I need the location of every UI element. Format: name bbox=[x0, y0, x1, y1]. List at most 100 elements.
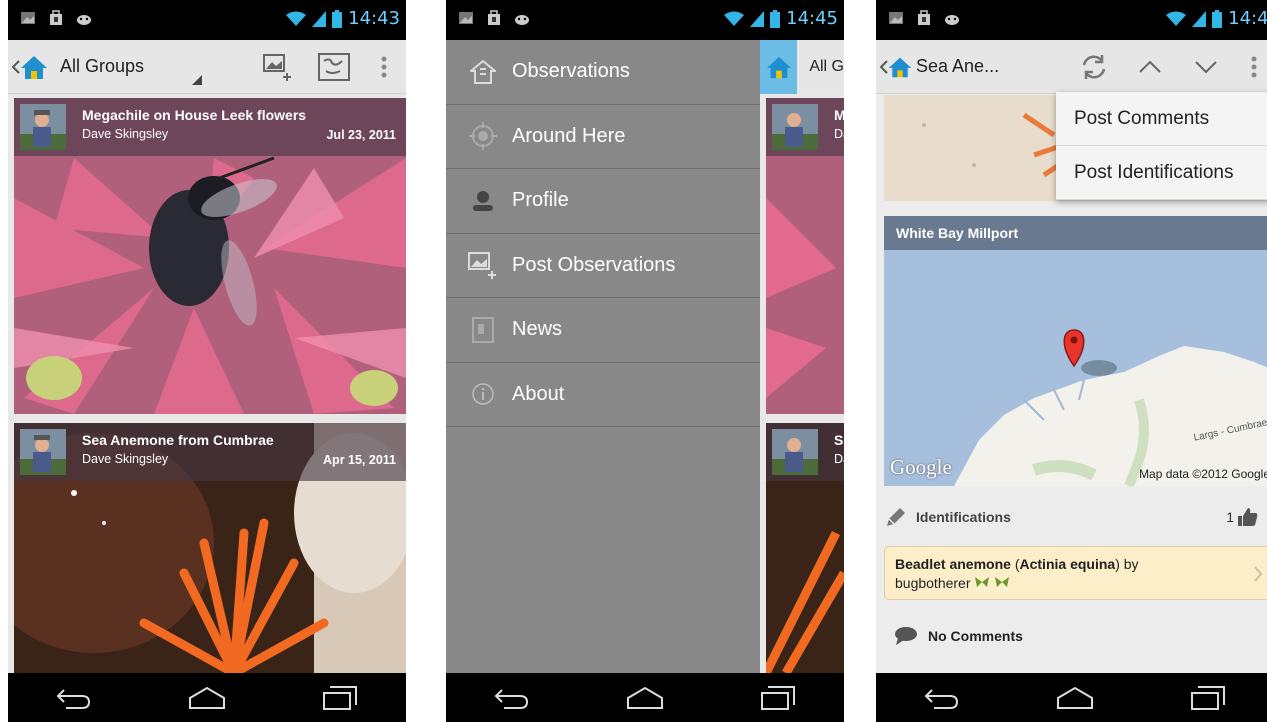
ident-user: bugbotherer bbox=[895, 575, 971, 591]
status-bar: 14:45 bbox=[446, 0, 844, 40]
back-button[interactable] bbox=[39, 678, 109, 718]
chevron-right-icon bbox=[1254, 566, 1263, 582]
content-peek[interactable]: All G Me Da Se Da bbox=[760, 40, 844, 673]
system-nav-bar bbox=[876, 673, 1267, 722]
home-outline-icon bbox=[1056, 686, 1093, 709]
observation-feed: Megachile on House Leek flowers Dave Ski… bbox=[8, 95, 406, 673]
thumbs-up-icon bbox=[1238, 508, 1258, 526]
android-notification-icon bbox=[945, 15, 959, 25]
identifications-header: Identifications 1 bbox=[884, 496, 1267, 538]
map-credit: Map data ©2012 Google bbox=[1139, 467, 1267, 481]
butterfly-badge-icon bbox=[975, 577, 990, 587]
gallery-notification-icon bbox=[459, 12, 473, 24]
drawer-item-post-observations[interactable]: Post Observations bbox=[446, 234, 760, 298]
system-nav-bar bbox=[8, 673, 406, 722]
status-bar: 14:43 bbox=[8, 0, 406, 40]
peek-card-author: Da bbox=[834, 452, 844, 466]
card-author: Dave Skingsley bbox=[82, 452, 169, 466]
drawer-item-around-here[interactable]: Around Here bbox=[446, 105, 760, 169]
home-up-button[interactable] bbox=[880, 55, 912, 79]
menu-item-post-comments[interactable]: Post Comments bbox=[1056, 92, 1267, 146]
home-nav-button[interactable] bbox=[172, 678, 242, 718]
card-author: Dave Skingsley bbox=[82, 127, 169, 141]
refresh-button[interactable] bbox=[1066, 40, 1122, 94]
recents-icon bbox=[1190, 685, 1225, 710]
card-title: Megachile on House Leek flowers bbox=[82, 107, 307, 123]
chevron-left-icon bbox=[880, 59, 888, 74]
action-bar: Sea Ane... bbox=[876, 40, 1267, 94]
clock: 14:45 bbox=[786, 8, 838, 29]
drawer-item-about[interactable]: About bbox=[446, 363, 760, 427]
person-icon bbox=[473, 190, 493, 211]
drawer-label: Observations bbox=[512, 60, 630, 83]
status-bar: 14:46 bbox=[876, 0, 1267, 40]
peek-title: All G bbox=[809, 58, 844, 75]
peek-card: Me Da bbox=[766, 98, 844, 414]
peek-card-author: Da bbox=[834, 127, 844, 141]
clock: 14:46 bbox=[1228, 8, 1267, 29]
drawer-item-profile[interactable]: Profile bbox=[446, 169, 760, 234]
store-notification-icon bbox=[488, 10, 500, 25]
news-icon bbox=[472, 316, 494, 343]
speech-bubble-icon bbox=[895, 627, 917, 645]
observation-card[interactable]: Megachile on House Leek flowers Dave Ski… bbox=[14, 98, 406, 414]
home-nav-button[interactable] bbox=[610, 678, 680, 718]
back-button[interactable] bbox=[907, 678, 977, 718]
group-spinner[interactable]: All Groups bbox=[60, 56, 144, 77]
google-logo: Google bbox=[890, 455, 952, 479]
signal-icon bbox=[312, 10, 327, 27]
peek-card: Se Da bbox=[766, 423, 844, 673]
avatar bbox=[20, 429, 66, 475]
menu-item-post-identifications[interactable]: Post Identifications bbox=[1056, 146, 1267, 200]
android-notification-icon bbox=[77, 15, 91, 25]
overflow-menu-button[interactable] bbox=[1234, 40, 1267, 94]
home-icon bbox=[470, 59, 496, 84]
refresh-icon bbox=[1082, 54, 1106, 79]
recents-button[interactable] bbox=[743, 678, 813, 718]
chevron-down-icon bbox=[1195, 60, 1217, 73]
chevron-up-icon bbox=[1139, 60, 1161, 73]
previous-button[interactable] bbox=[1122, 40, 1178, 94]
avatar bbox=[772, 104, 818, 150]
recents-icon bbox=[760, 685, 795, 710]
drawer-item-observations[interactable]: Observations bbox=[446, 40, 760, 105]
back-button[interactable] bbox=[477, 678, 547, 718]
home-up-button[interactable] bbox=[760, 40, 798, 94]
avatar bbox=[772, 429, 818, 475]
system-nav-bar bbox=[446, 673, 844, 722]
drawer-label: Around Here bbox=[512, 124, 626, 147]
info-icon bbox=[472, 383, 494, 405]
home-icon bbox=[21, 55, 47, 79]
map-icon bbox=[318, 52, 350, 81]
next-button[interactable] bbox=[1178, 40, 1234, 94]
overflow-menu-button[interactable] bbox=[362, 40, 406, 94]
spinner-triangle-icon bbox=[192, 74, 203, 85]
battery-icon bbox=[1212, 9, 1223, 28]
signal-icon bbox=[1192, 10, 1207, 27]
identifications-count: 1 bbox=[1226, 509, 1234, 525]
pencil-icon bbox=[887, 508, 905, 526]
ident-common-name: Beadlet anemone bbox=[895, 556, 1011, 572]
observation-card[interactable]: Sea Anemone from Cumbrae Dave Skingsley … bbox=[14, 423, 406, 673]
gallery-notification-icon bbox=[21, 12, 35, 24]
home-icon bbox=[888, 57, 912, 77]
drawer-label: News bbox=[512, 318, 563, 341]
drawer-item-news[interactable]: News bbox=[446, 298, 760, 363]
recents-button[interactable] bbox=[305, 678, 375, 718]
home-outline-icon bbox=[188, 686, 225, 709]
recents-button[interactable] bbox=[1173, 678, 1243, 718]
comments-header: No Comments bbox=[894, 626, 1023, 646]
screen-all-groups: 14:43 All Groups Megachile on House Leek… bbox=[8, 0, 406, 722]
map-button[interactable] bbox=[306, 40, 362, 94]
home-up-button[interactable] bbox=[12, 54, 48, 80]
chevron-left-icon bbox=[12, 59, 20, 74]
recents-icon bbox=[322, 685, 357, 710]
home-outline-icon bbox=[626, 686, 663, 709]
screen-observation-detail: 14:46 Sea Ane... Post Comments Post Iden… bbox=[876, 0, 1267, 722]
location-map[interactable]: Google Largs - Cumbrae Map data ©2012 Go… bbox=[884, 250, 1267, 486]
post-observation-button[interactable] bbox=[250, 40, 306, 94]
identification-item[interactable]: Beadlet anemone (Actinia equina) by bugb… bbox=[884, 546, 1267, 600]
observation-title: Sea Ane... bbox=[916, 56, 1000, 76]
home-nav-button[interactable] bbox=[1040, 678, 1110, 718]
battery-icon bbox=[332, 9, 343, 28]
